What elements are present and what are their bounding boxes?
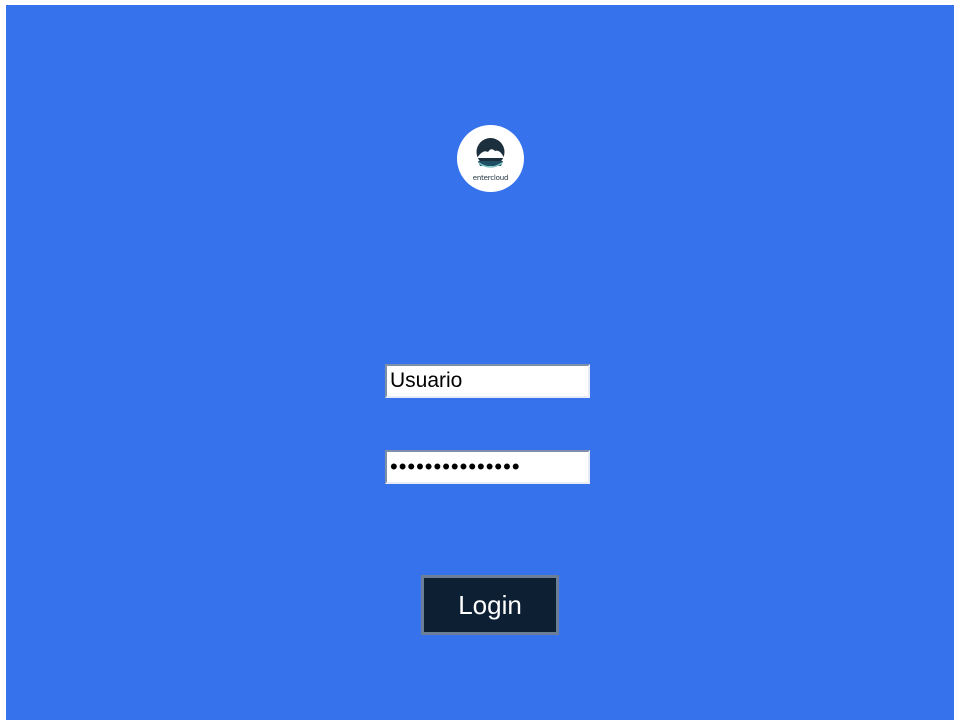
entercloud-logo: entercloud [457, 125, 524, 192]
username-field[interactable]: Usuario [385, 364, 590, 398]
login-screen: entercloud Usuario ••••••••••••••• Login [6, 5, 954, 720]
logo-wordmark: entercloud [472, 174, 509, 182]
login-button[interactable]: Login [421, 575, 559, 635]
password-field[interactable]: ••••••••••••••• [385, 450, 590, 484]
